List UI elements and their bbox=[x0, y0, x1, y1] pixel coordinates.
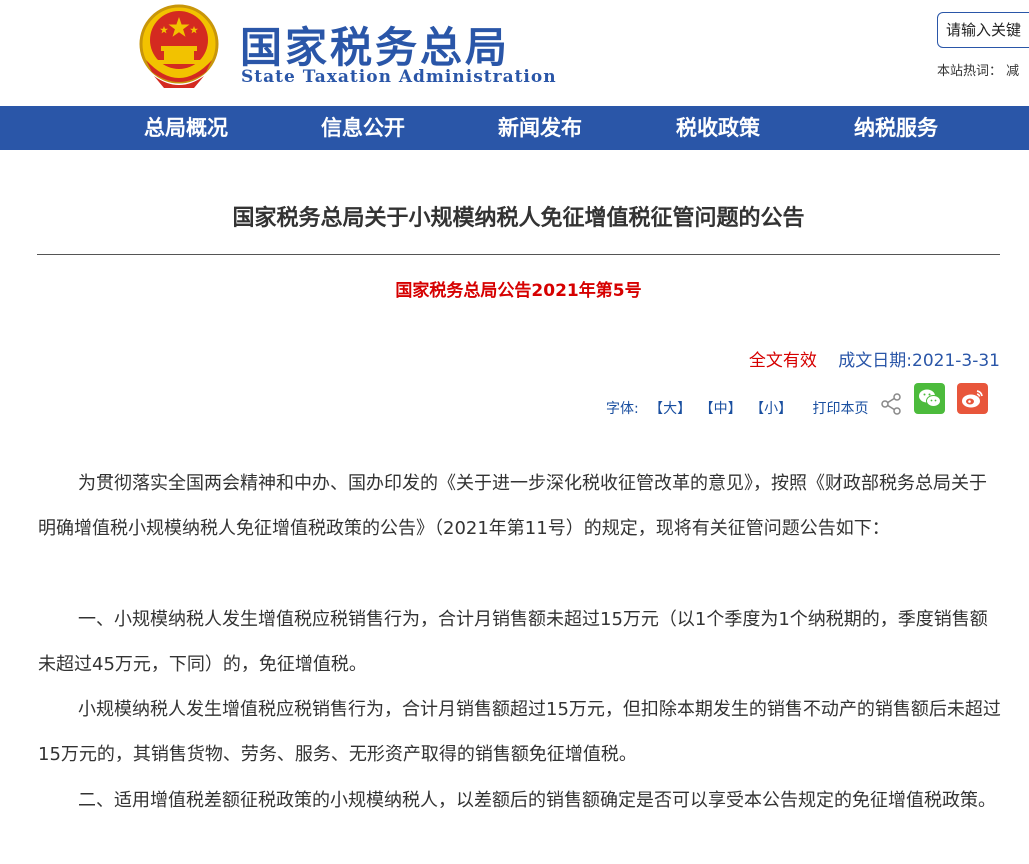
wechat-icon[interactable] bbox=[914, 383, 945, 414]
search-input[interactable]: 请输入关键 bbox=[937, 12, 1029, 48]
nav-item-tax-service[interactable]: 纳税服务 bbox=[854, 106, 938, 150]
font-size-label: 字体: bbox=[606, 401, 639, 417]
hot-word-link[interactable]: 减 bbox=[1006, 64, 1019, 79]
site-header: 国家税务总局 State Taxation Administration 请输入… bbox=[0, 0, 1029, 106]
article-paragraph: 二、适用增值税差额征税政策的小规模纳税人，以差额后的销售额确定是否可以享受本公告… bbox=[78, 790, 996, 811]
nav-item-tax-policy[interactable]: 税收政策 bbox=[676, 106, 760, 150]
hot-words-label: 本站热词： bbox=[937, 64, 1003, 79]
hot-words: 本站热词： 减 bbox=[937, 60, 1019, 79]
nav-item-overview[interactable]: 总局概况 bbox=[144, 106, 228, 150]
article-paragraph: 为贯彻落实全国两会精神和中办、国办印发的《关于进一步深化税收征管改革的意见》，按… bbox=[38, 473, 987, 539]
weibo-icon[interactable] bbox=[957, 383, 988, 414]
main-nav: 总局概况 信息公开 新闻发布 税收政策 纳税服务 bbox=[0, 106, 1029, 150]
site-title-cn[interactable]: 国家税务总局 bbox=[240, 14, 510, 75]
nav-item-news[interactable]: 新闻发布 bbox=[498, 106, 582, 150]
issue-date: 成文日期:2021-3-31 bbox=[838, 351, 1000, 371]
article-title: 国家税务总局关于小规模纳税人免征增值税征管问题的公告 bbox=[232, 206, 805, 231]
font-size-small-button[interactable]: 【小】 bbox=[750, 398, 792, 418]
nav-item-info-disclosure[interactable]: 信息公开 bbox=[321, 106, 405, 150]
document-number: 国家税务总局公告2021年第5号 bbox=[395, 281, 642, 301]
validity-status: 全文有效 bbox=[748, 351, 817, 371]
national-emblem-icon[interactable] bbox=[134, 0, 224, 92]
article-meta: 全文有效 成文日期:2021-3-31 bbox=[749, 346, 1000, 371]
font-size-medium-button[interactable]: 【中】 bbox=[700, 398, 742, 418]
site-title-en[interactable]: State Taxation Administration bbox=[241, 67, 557, 87]
article-paragraph: 小规模纳税人发生增值税应税销售行为，合计月销售额超过15万元，但扣除本期发生的销… bbox=[38, 699, 1001, 765]
share-icon[interactable] bbox=[880, 392, 902, 416]
font-size-large-button[interactable]: 【大】 bbox=[649, 398, 691, 418]
print-page-link[interactable]: 打印本页 bbox=[813, 398, 869, 418]
article-tools: 字体: 【大】 【中】 【小】 打印本页 bbox=[606, 398, 869, 418]
title-divider bbox=[37, 254, 1000, 255]
page: 国家税务总局 State Taxation Administration 请输入… bbox=[0, 0, 1029, 864]
article-paragraph: 一、小规模纳税人发生增值税应税销售行为，合计月销售额未超过15万元（以1个季度为… bbox=[38, 609, 988, 675]
